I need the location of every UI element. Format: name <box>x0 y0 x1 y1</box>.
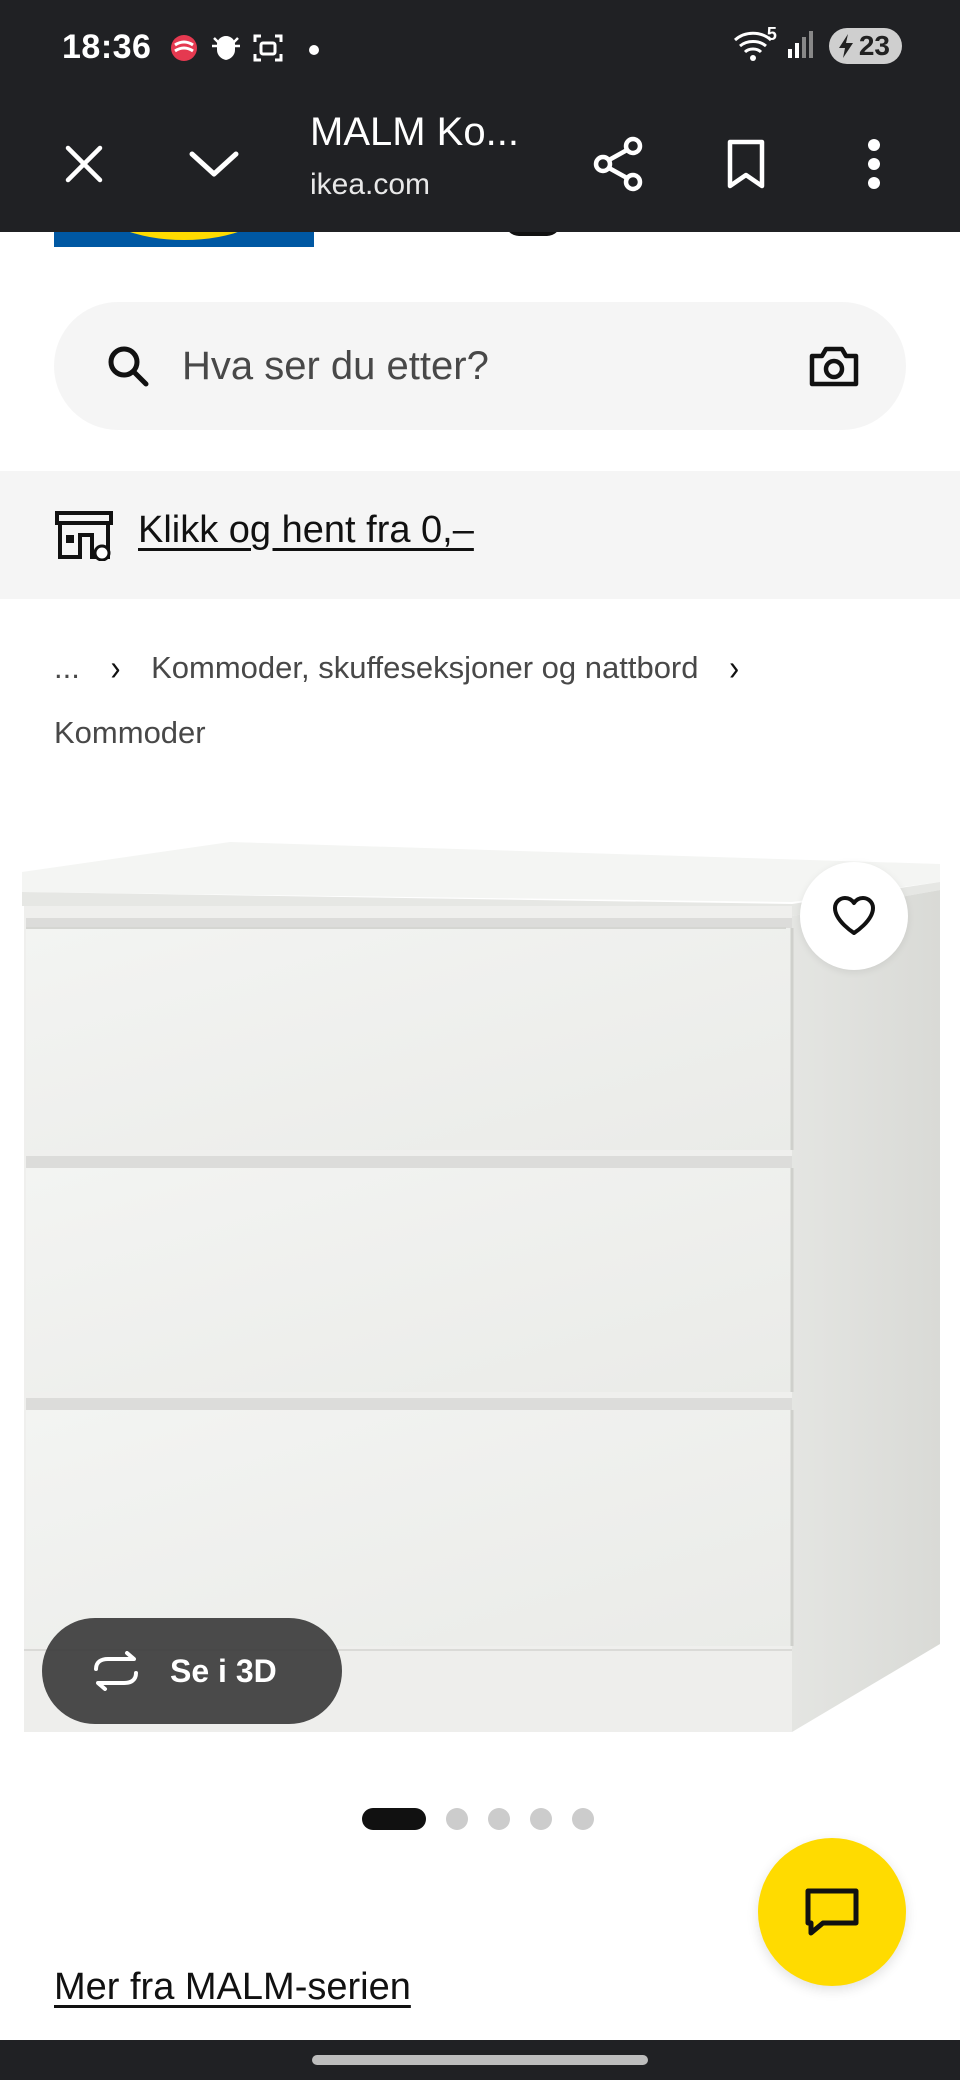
view-3d-button[interactable]: Se i 3D <box>42 1618 342 1724</box>
search-bar[interactable] <box>54 302 906 430</box>
click-collect-banner: Klikk og hent fra 0,– <box>0 471 960 599</box>
search-input[interactable] <box>182 326 822 406</box>
notification-dot <box>309 45 319 55</box>
system-icons: 5 23 <box>733 24 902 64</box>
chevron-right-icon: › <box>729 648 740 689</box>
search-icon <box>108 346 149 387</box>
chevron-down-icon[interactable] <box>174 124 254 204</box>
breadcrumb-item[interactable]: Kommoder <box>54 715 206 750</box>
charging-icon <box>838 34 853 58</box>
carousel-dot[interactable] <box>446 1808 468 1830</box>
bookmark-icon[interactable] <box>706 124 786 204</box>
page-title[interactable]: MALM Ko... <box>310 110 519 155</box>
navigation-bar <box>0 2040 960 2080</box>
wifi-label: 5 <box>766 24 777 44</box>
chat-button[interactable] <box>758 1838 906 1986</box>
screenshot-icon <box>252 32 284 64</box>
battery-indicator: 23 <box>828 28 902 64</box>
bug-shield-icon <box>210 32 242 64</box>
series-link[interactable]: Mer fra MALM-serien <box>54 1966 411 2009</box>
browser-toolbar: MALM Ko... ikea.com <box>0 96 960 232</box>
click-collect-link[interactable]: Klikk og hent fra 0,– <box>138 509 474 552</box>
more-vert-icon[interactable] <box>834 124 914 204</box>
carousel-dot-active[interactable] <box>362 1808 426 1830</box>
carousel-dot[interactable] <box>530 1808 552 1830</box>
heart-icon <box>833 896 875 935</box>
battery-level: 23 <box>858 30 890 61</box>
chat-icon <box>805 1888 859 1936</box>
status-bar: 18:36 5 23 <box>0 0 960 96</box>
store-icon <box>55 511 113 561</box>
rotate-3d-icon <box>94 1651 138 1691</box>
carousel-dot[interactable] <box>488 1808 510 1830</box>
cellular-signal-icon <box>787 29 815 64</box>
wifi-icon: 5 <box>733 24 777 62</box>
breadcrumb-item[interactable]: Kommoder, skuffeseksjoner og nattbord <box>151 650 698 685</box>
browser-header: 18:36 5 23 MALM Ko... ikea.com <box>0 0 960 232</box>
share-icon[interactable] <box>578 124 658 204</box>
favorite-button[interactable] <box>800 862 908 970</box>
view-3d-label: Se i 3D <box>170 1652 277 1689</box>
carousel-indicator <box>362 1808 594 1830</box>
page-domain[interactable]: ikea.com <box>310 168 430 202</box>
chevron-right-icon: › <box>110 648 121 689</box>
camera-search-icon[interactable] <box>806 338 862 394</box>
carousel-dot[interactable] <box>572 1808 594 1830</box>
breadcrumb: ... › Kommoder, skuffeseksjoner og nattb… <box>54 636 914 765</box>
status-time: 18:36 <box>62 28 152 66</box>
home-gesture-handle[interactable] <box>312 2055 648 2065</box>
close-icon[interactable] <box>44 124 124 204</box>
app-swirl-icon <box>168 32 200 64</box>
breadcrumb-ellipsis[interactable]: ... <box>54 650 80 685</box>
